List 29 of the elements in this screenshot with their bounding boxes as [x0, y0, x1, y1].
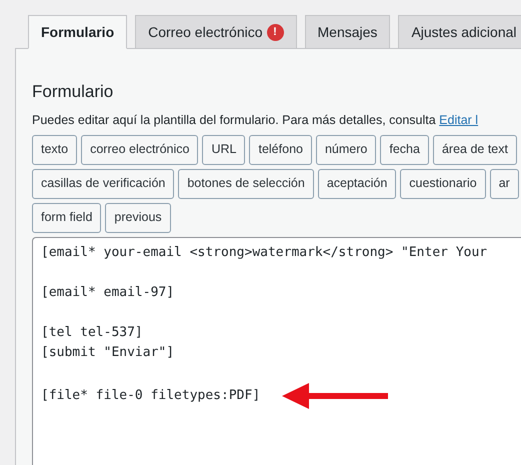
tag-button[interactable]: texto — [32, 134, 78, 165]
tag-button[interactable]: URL — [202, 134, 246, 165]
tab[interactable]: Mensajes — [304, 15, 390, 49]
tag-button[interactable]: número — [316, 134, 376, 165]
tag-button[interactable]: área de text — [432, 134, 517, 165]
tab[interactable]: Ajustes adicional — [398, 15, 521, 49]
tab[interactable]: Formulario — [28, 15, 128, 49]
tag-button[interactable]: casillas de verificación — [32, 168, 174, 199]
tag-button[interactable]: previous — [105, 202, 171, 233]
code-line: [email* email-97] — [41, 284, 174, 302]
description-text: Puedes editar aquí la plantilla del formulario. Para más detalles, consulta Editar l — [32, 112, 480, 129]
alert-badge: ! — [266, 24, 284, 40]
code-line: [submit "Enviar"] — [41, 344, 174, 362]
tag-button[interactable]: fecha — [380, 134, 429, 165]
tab[interactable]: Correo electrónico ! — [135, 15, 297, 49]
tag-button[interactable]: botones de selección — [178, 168, 314, 199]
help-link[interactable]: Editar l — [439, 113, 478, 127]
code-editor[interactable]: [email* your-email <strong>watermark</strong> "Enter Your [email* email-97] [tel tel-537] [submit "Enviar"] [file* file-0 filetypes:PDF] — [32, 236, 521, 465]
code-line: [tel tel-537] — [41, 324, 143, 342]
section-title: Formulario — [32, 81, 114, 103]
tag-button[interactable]: ar — [490, 168, 519, 199]
tag-button[interactable]: teléfono — [249, 134, 312, 165]
tag-button[interactable]: cuestionario — [400, 168, 486, 199]
tag-button[interactable]: form field — [32, 202, 102, 233]
code-line: [email* your-email <strong>watermark</strong> "Enter Your — [41, 244, 488, 262]
arrow-icon — [282, 382, 388, 409]
tag-button[interactable]: aceptación — [318, 168, 396, 199]
tag-button[interactable]: correo electrónico — [81, 134, 198, 165]
code-line: [file* file-0 filetypes:PDF] — [41, 386, 260, 405]
